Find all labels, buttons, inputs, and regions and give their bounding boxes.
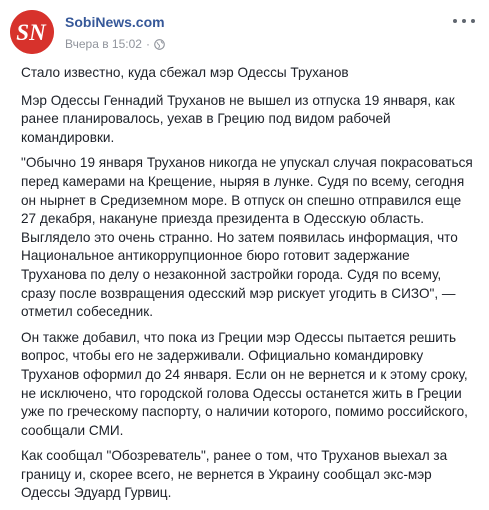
ellipsis-icon[interactable]: [453, 14, 475, 28]
page-name-link[interactable]: SobiNews.com: [65, 14, 165, 30]
globe-icon[interactable]: [154, 38, 165, 50]
post-paragraph: Мэр Одессы Геннадий Труханов не вышел из…: [21, 92, 455, 145]
post-headline: Стало известно, куда сбежал мэр Одессы Т…: [21, 65, 349, 80]
post-body: Стало известно, куда сбежал мэр Одессы Т…: [21, 64, 473, 510]
post-paragraph: Как сообщал "Обозреватель", ранее о том,…: [21, 448, 448, 501]
facebook-post: SN SobiNews.com Вчера в 15:02 · Стало из…: [0, 0, 489, 507]
post-header: SN SobiNews.com Вчера в 15:02 ·: [10, 8, 479, 54]
page-avatar[interactable]: SN: [10, 10, 54, 54]
sobinews-logo-icon: SN: [10, 10, 54, 54]
post-timestamp-link[interactable]: Вчера в 15:02: [65, 37, 142, 51]
avatar-monogram: SN: [16, 20, 47, 45]
meta-separator: ·: [145, 37, 150, 51]
post-meta: Вчера в 15:02 ·: [65, 37, 165, 51]
post-paragraph: Он также добавил, что пока из Греции мэр…: [21, 329, 468, 438]
post-paragraph: "Обычно 19 января Труханов никогда не уп…: [21, 155, 473, 320]
